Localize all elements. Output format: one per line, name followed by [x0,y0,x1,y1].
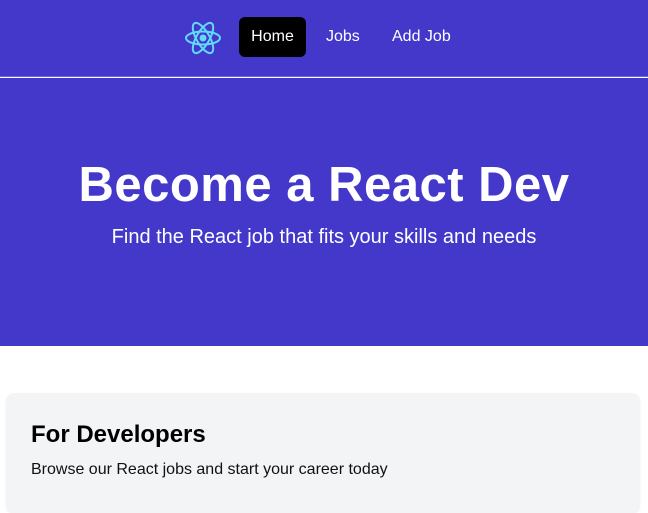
card-text: Browse our React jobs and start your car… [31,461,388,478]
navbar: Home Jobs Add Job [0,0,648,77]
hero-section: Become a React Dev Find the React job th… [0,78,648,346]
react-logo-icon[interactable] [183,18,223,58]
nav-link-home[interactable]: Home [239,17,306,57]
nav-link-jobs[interactable]: Jobs [313,17,373,57]
hero-subtitle: Find the React job that fits your skills… [111,226,537,248]
card-title: For Developers [31,421,206,448]
nav-link-add-job[interactable]: Add Job [379,17,464,57]
hero-title: Become a React Dev [78,158,570,212]
developers-card: For Developers Browse our React jobs and… [6,393,640,513]
